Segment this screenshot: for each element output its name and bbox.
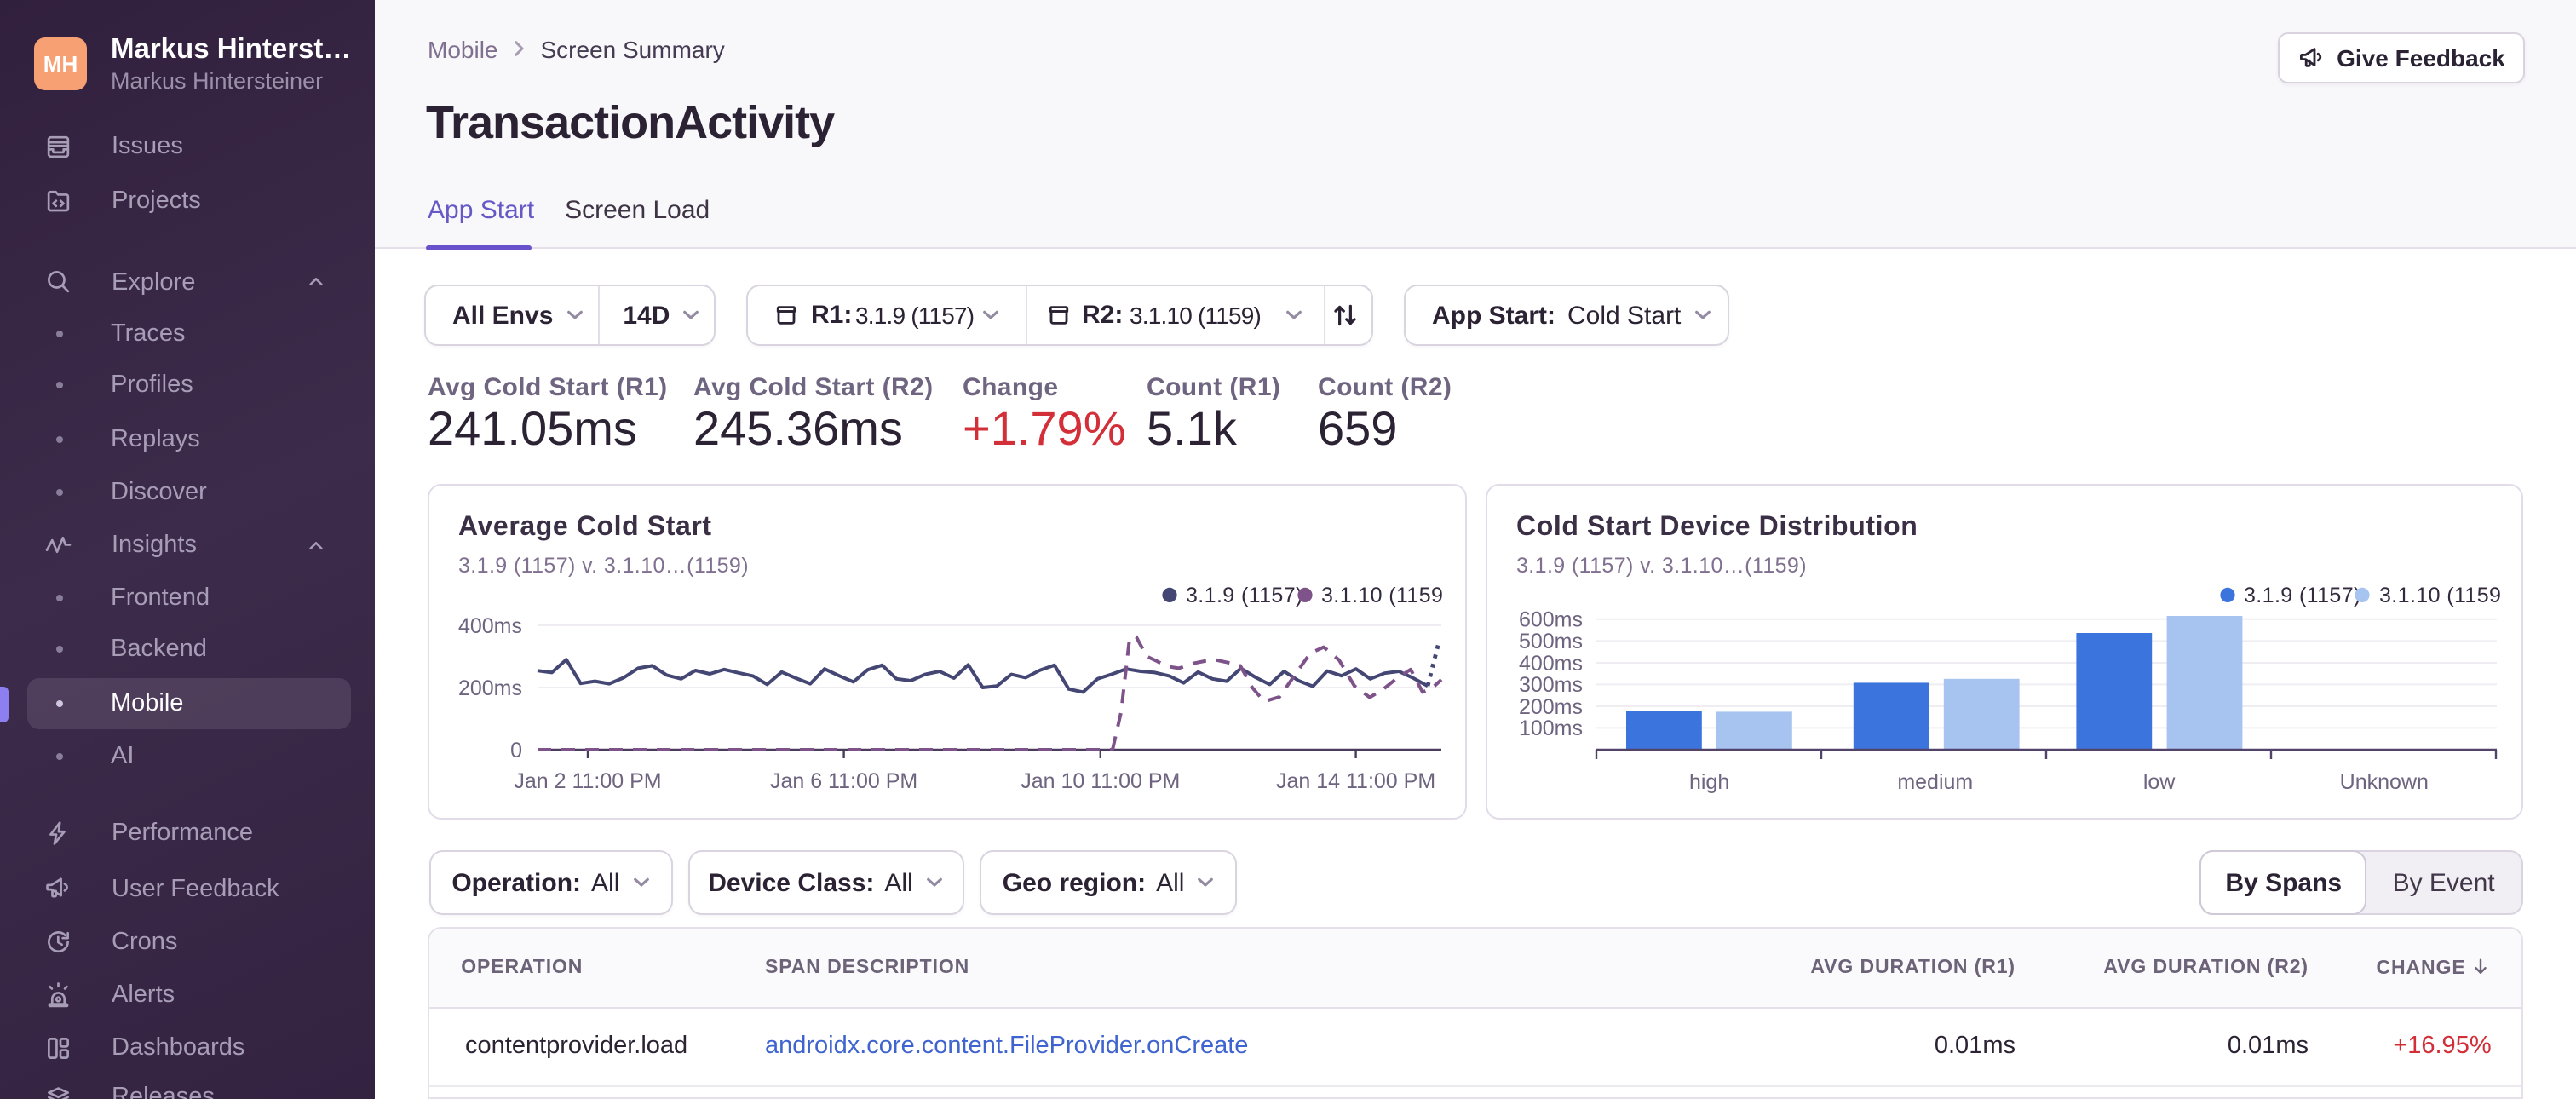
svg-text:3.1.9 (1157): 3.1.9 (1157) <box>1186 583 1303 607</box>
svg-text:200ms: 200ms <box>1519 694 1583 718</box>
svg-text:0: 0 <box>510 738 522 762</box>
svg-text:Jan 2 11:00 PM: Jan 2 11:00 PM <box>514 768 661 792</box>
svg-text:3.1.9 (1157): 3.1.9 (1157) <box>2244 583 2361 607</box>
svg-text:3.1.10 (1159: 3.1.10 (1159 <box>2379 583 2501 607</box>
svg-text:medium: medium <box>1897 769 1973 793</box>
svg-text:500ms: 500ms <box>1519 629 1583 653</box>
svg-text:400ms: 400ms <box>1519 651 1583 675</box>
svg-text:Jan 10 11:00 PM: Jan 10 11:00 PM <box>1021 768 1180 792</box>
svg-text:3.1.10 (1159: 3.1.10 (1159 <box>1321 583 1443 607</box>
svg-text:high: high <box>1689 769 1729 793</box>
svg-text:Jan 6 11:00 PM: Jan 6 11:00 PM <box>770 768 917 792</box>
svg-text:Unknown: Unknown <box>2340 769 2429 793</box>
svg-text:Jan 14 11:00 PM: Jan 14 11:00 PM <box>1276 768 1435 792</box>
svg-text:200ms: 200ms <box>458 676 522 699</box>
svg-text:400ms: 400ms <box>458 613 522 637</box>
svg-text:300ms: 300ms <box>1519 672 1583 696</box>
svg-text:600ms: 600ms <box>1519 607 1583 631</box>
svg-text:100ms: 100ms <box>1519 716 1583 739</box>
svg-text:low: low <box>2143 769 2176 793</box>
